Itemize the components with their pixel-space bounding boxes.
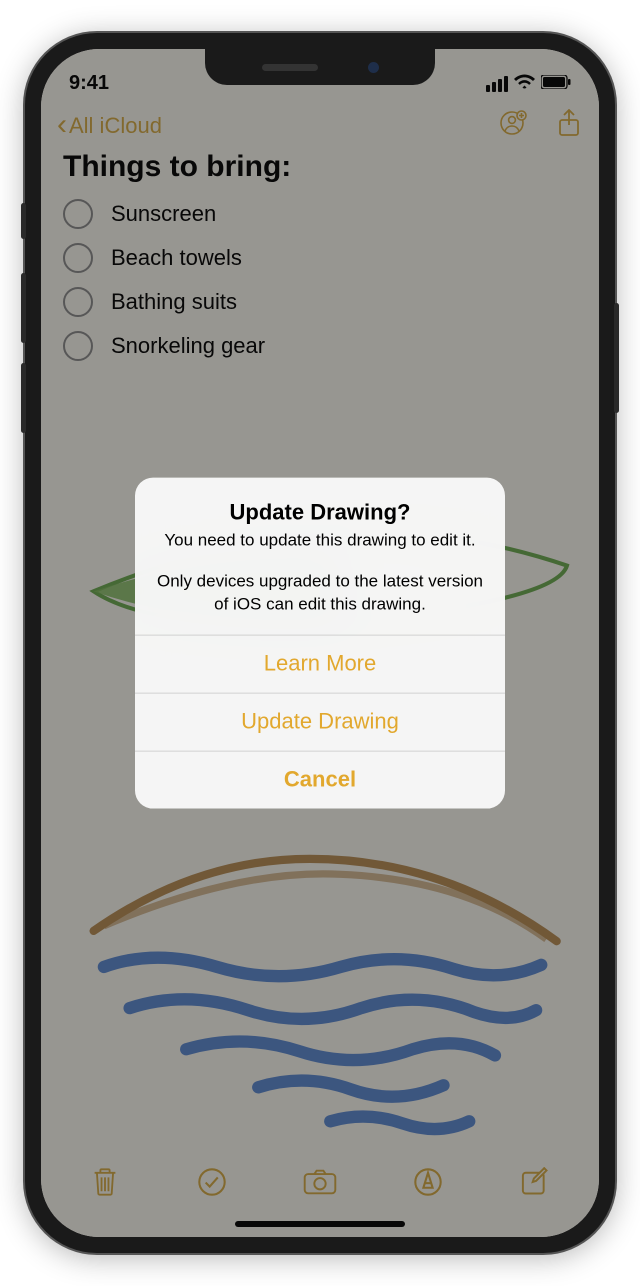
alert-title: Update Drawing? — [153, 500, 487, 526]
alert-message-line: Only devices upgraded to the latest vers… — [153, 571, 487, 617]
cancel-button[interactable]: Cancel — [135, 750, 505, 808]
update-drawing-button[interactable]: Update Drawing — [135, 692, 505, 750]
alert-dialog: Update Drawing? You need to update this … — [135, 478, 505, 809]
screen: 9:41 ‹ All iCloud — [41, 49, 599, 1237]
volume-down-button — [21, 363, 26, 433]
learn-more-button[interactable]: Learn More — [135, 634, 505, 692]
phone-frame: 9:41 ‹ All iCloud — [25, 33, 615, 1253]
notch — [205, 49, 435, 85]
volume-up-button — [21, 273, 26, 343]
power-button — [614, 303, 619, 413]
mute-switch — [21, 203, 26, 239]
alert-message-line: You need to update this drawing to edit … — [153, 530, 487, 553]
